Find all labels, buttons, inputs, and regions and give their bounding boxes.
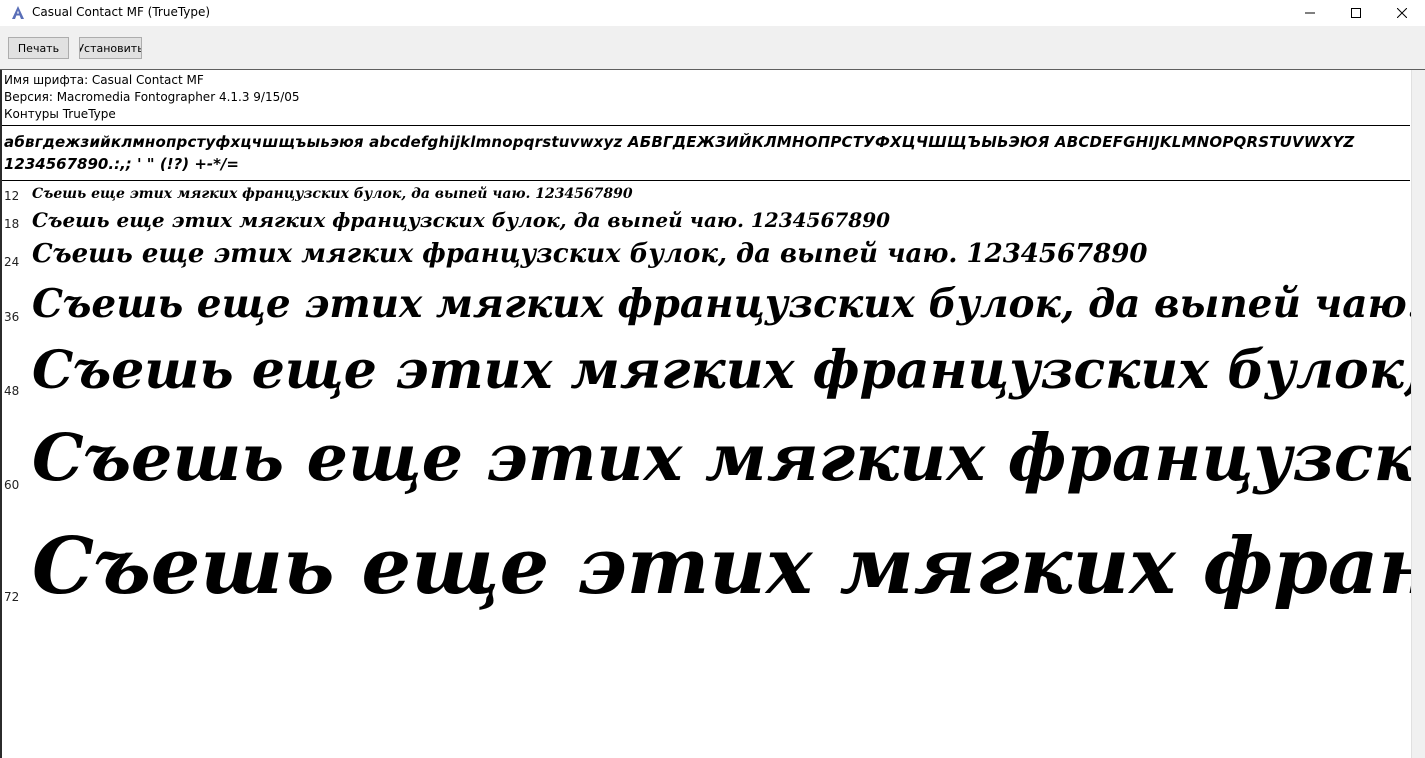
sample-row-24: 24 Съешь еще этих мягких французских бул… <box>0 237 1411 277</box>
vertical-scrollbar[interactable] <box>1411 70 1425 758</box>
charset-line-2: 1234567890.:,; ' " (!?) +-*/= <box>4 155 239 173</box>
sample-row-48: 48 Съешь еще этих мягких французских бул… <box>0 335 1411 415</box>
close-icon <box>1397 8 1407 18</box>
size-label: 24 <box>4 255 20 269</box>
minimize-icon <box>1305 12 1315 14</box>
font-version-info: Версия: Macromedia Fontographer 4.1.3 9/… <box>4 90 300 104</box>
maximize-icon <box>1351 8 1361 18</box>
font-outline-info: Контуры TrueType <box>4 107 116 121</box>
font-name-info: Имя шрифта: Casual Contact MF <box>4 73 204 87</box>
size-label: 48 <box>4 384 20 398</box>
sample-row-12: 12 Съешь еще этих мягких французских бул… <box>0 185 1411 207</box>
print-button[interactable]: Печать <box>8 37 69 59</box>
sample-row-72: 72 Съешь еще этих мягких французских бул… <box>0 515 1411 635</box>
sample-row-18: 18 Съешь еще этих мягких французских бул… <box>0 207 1411 237</box>
sample-text: Съешь еще этих мягких французских булок,… <box>32 521 1411 612</box>
sample-text: Съешь еще этих мягких французских булок,… <box>32 420 1411 496</box>
size-label: 12 <box>4 189 20 203</box>
install-button[interactable]: Установить <box>79 37 142 59</box>
window-title: Casual Contact MF (TrueType) <box>32 5 211 19</box>
sample-text: Съешь еще этих мягких французских булок,… <box>32 281 1411 327</box>
font-preview-area: Имя шрифта: Casual Contact MF Версия: Ma… <box>0 70 1425 758</box>
maximize-button[interactable] <box>1333 0 1379 26</box>
sample-row-36: 36 Съешь еще этих мягких французских бул… <box>0 277 1411 335</box>
size-label: 18 <box>4 217 20 231</box>
minimize-button[interactable] <box>1287 0 1333 26</box>
size-label: 60 <box>4 478 20 492</box>
sample-text: Съешь еще этих мягких французских булок,… <box>32 208 891 232</box>
charset-line-1: абвгдежзийклмнопрстуфхцчшщъыьэюя abcdefg… <box>4 133 1355 151</box>
divider-bottom <box>2 180 1410 181</box>
size-label: 72 <box>4 590 20 604</box>
font-viewer-icon <box>10 5 26 21</box>
sample-text: Съешь еще этих мягких французских булок,… <box>32 186 633 202</box>
close-button[interactable] <box>1379 0 1425 26</box>
title-bar: Casual Contact MF (TrueType) <box>0 0 1425 26</box>
sample-text: Съешь еще этих мягких французских булок,… <box>32 239 1148 269</box>
toolbar: Печать Установить <box>0 26 1425 70</box>
sample-text: Съешь еще этих мягких французских булок,… <box>32 340 1411 401</box>
size-label: 36 <box>4 310 20 324</box>
sample-row-60: 60 Съешь еще этих мягких французских бул… <box>0 415 1411 515</box>
divider-top <box>2 125 1410 126</box>
